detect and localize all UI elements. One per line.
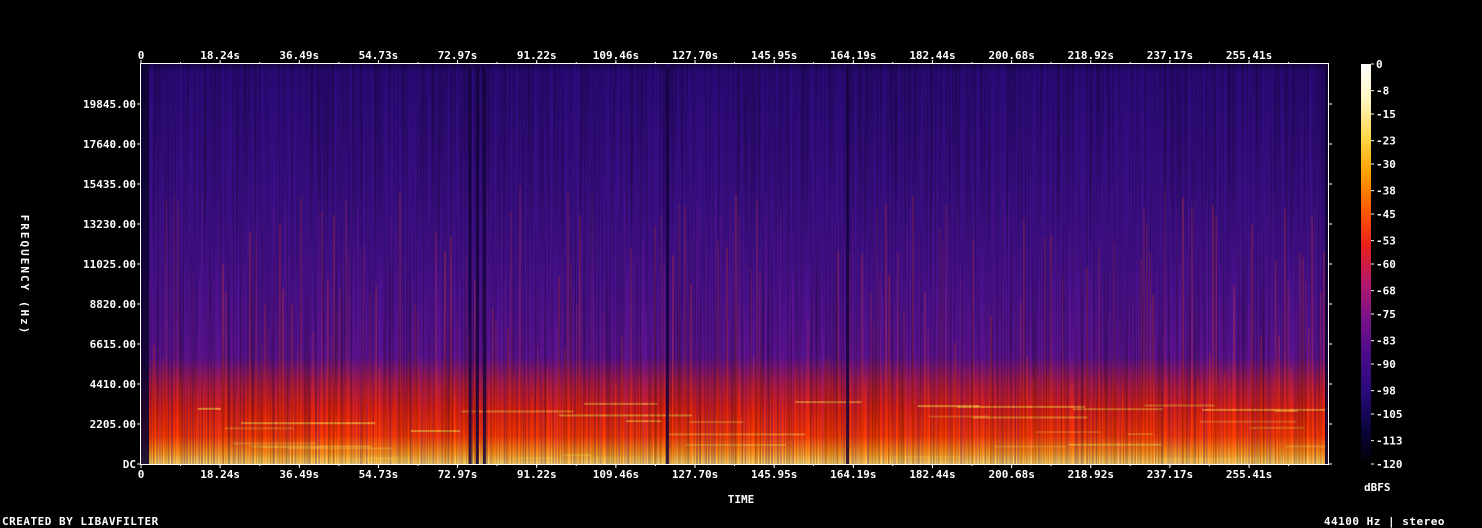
x-tick-label-bottom: 255.41s [1226, 468, 1272, 481]
colorbar-tick-label: -8 [1376, 85, 1389, 98]
x-tick-label-bottom: 109.46s [593, 468, 639, 481]
colorbar-tick-label: -38 [1376, 185, 1396, 198]
x-tick-label-bottom: 200.68s [988, 468, 1034, 481]
x-tick-label-top: 145.95s [751, 49, 797, 62]
x-tick-label-bottom: 164.19s [830, 468, 876, 481]
colorbar-tick-label: -15 [1376, 108, 1396, 121]
y-tick-label: 17640.00 [83, 138, 136, 151]
x-tick-label-top: 255.41s [1226, 49, 1272, 62]
x-tick-label-top: 18.24s [200, 49, 240, 62]
x-tick-label-top: 0 [138, 49, 145, 62]
colorbar-tick-label: -105 [1376, 408, 1403, 421]
colorbar-tick-label: -98 [1376, 385, 1396, 398]
dark-gap [475, 68, 479, 464]
x-tick-label-bottom: 91.22s [517, 468, 557, 481]
dark-gap [468, 68, 472, 464]
spectrogram-chart: 0 18.24s 36.49s 54.73s 72.97s 91.22s 109.46s 12… [18, 49, 1403, 506]
colorbar-ticks: 0 -8 -15 -23 -30 -38 -45 -53 -60 -68 -75 -83 -90 -98 -… [1371, 58, 1403, 471]
y-tick-label: 13230.00 [83, 218, 136, 231]
x-tick-label-top: 237.17s [1147, 49, 1193, 62]
dark-gap [665, 68, 669, 464]
y-tick-label: 19845.00 [83, 98, 136, 111]
x-axis-label: TIME [728, 493, 755, 506]
x-tick-label-bottom: 18.24s [200, 468, 240, 481]
colorbar-tick-label: -60 [1376, 258, 1396, 271]
colorbar-tick-label: -30 [1376, 158, 1396, 171]
x-tick-label-bottom: 72.97s [438, 468, 478, 481]
x-tick-label-bottom: 182.44s [909, 468, 955, 481]
colorbar-tick-label: -45 [1376, 208, 1396, 221]
x-tick-label-bottom: 237.17s [1147, 468, 1193, 481]
colorbar-tick-label: -23 [1376, 135, 1396, 148]
x-tick-label-top: 200.68s [988, 49, 1034, 62]
x-tick-label-top: 36.49s [279, 49, 319, 62]
y-tick-label: 4410.00 [90, 378, 136, 391]
x-tick-label-top: 54.73s [359, 49, 399, 62]
x-tick-label-bottom: 36.49s [279, 468, 319, 481]
y-tick-label: 2205.00 [90, 418, 136, 431]
y-tick-label: 8820.00 [90, 298, 136, 311]
colorbar-tick-label: -83 [1376, 335, 1396, 348]
x-tick-label-bottom: 218.92s [1068, 468, 1114, 481]
colorbar-tick-label: -90 [1376, 358, 1396, 371]
y-tick-label: DC [123, 458, 136, 471]
colorbar-tick-label: -75 [1376, 308, 1396, 321]
colorbar-label: dBFS [1364, 481, 1391, 494]
credit-text: CREATED BY LIBAVFILTER [2, 515, 159, 528]
colorbar-tick-label: -53 [1376, 235, 1396, 248]
x-axis-bottom: 0 18.24s 36.49s 54.73s 72.97s 91.22s 109.46s 12… [138, 464, 1289, 481]
x-tick-label-top: 218.92s [1068, 49, 1114, 62]
x-axis-top: 0 18.24s 36.49s 54.73s 72.97s 91.22s 109.46s 12… [138, 49, 1289, 64]
colorbar-tick-label: -68 [1376, 285, 1396, 298]
x-tick-label-bottom: 145.95s [751, 468, 797, 481]
format-text: 44100 Hz | stereo [1323, 515, 1445, 528]
x-tick-label-top: 91.22s [517, 49, 557, 62]
x-tick-label-top: 127.70s [672, 49, 718, 62]
x-tick-label-bottom: 54.73s [359, 468, 399, 481]
colorbar [1361, 64, 1371, 464]
y-axis-label: FREQUENCY (Hz) [18, 215, 31, 336]
y-tick-label: 6615.00 [90, 338, 136, 351]
spectrogram-texture [141, 64, 1328, 464]
x-tick-label-top: 72.97s [438, 49, 478, 62]
y-tick-label: 11025.00 [83, 258, 136, 271]
y-tick-label: 15435.00 [83, 178, 136, 191]
x-tick-label-bottom: 127.70s [672, 468, 718, 481]
x-tick-label-bottom: 0 [138, 468, 145, 481]
dark-gap [482, 68, 486, 464]
colorbar-tick-label: -120 [1376, 458, 1403, 471]
x-tick-label-top: 182.44s [909, 49, 955, 62]
dark-gap [1325, 64, 1328, 464]
dark-gap [141, 64, 149, 464]
x-tick-label-top: 164.19s [830, 49, 876, 62]
dark-gap [845, 68, 849, 464]
colorbar-tick-label: 0 [1376, 58, 1383, 71]
colorbar-tick-label: -113 [1376, 435, 1403, 448]
x-tick-label-top: 109.46s [593, 49, 639, 62]
